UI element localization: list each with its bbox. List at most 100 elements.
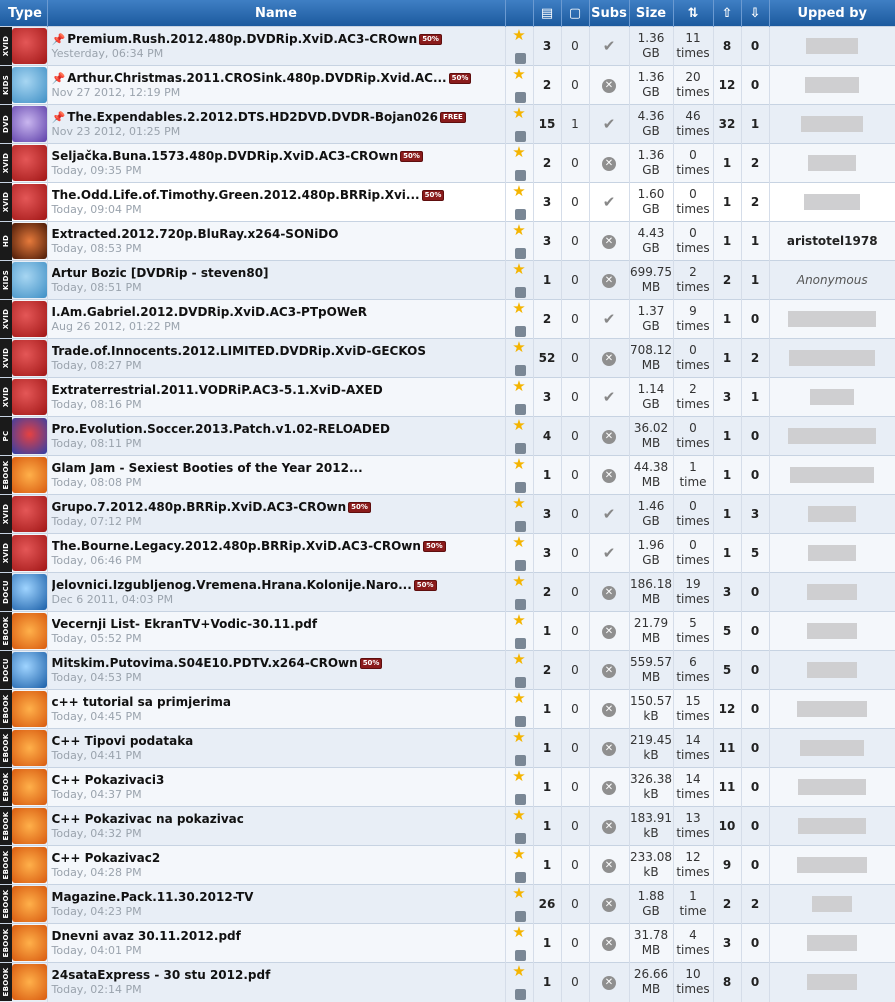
xvid-icon[interactable] xyxy=(12,28,47,64)
type-cell[interactable]: XVID xyxy=(0,26,47,66)
bookmark-star-icon[interactable]: ★ xyxy=(512,924,525,940)
uploader-cell[interactable] xyxy=(768,962,895,1002)
ebook-icon[interactable] xyxy=(12,886,47,922)
download-icon[interactable] xyxy=(514,520,526,532)
files-count[interactable]: 3 xyxy=(532,221,561,261)
uploader-cell[interactable] xyxy=(768,845,895,885)
torrent-name-link[interactable]: C++ Pokazivac na pokazivac xyxy=(52,812,505,827)
seeders-count[interactable]: 9 xyxy=(712,845,741,885)
seeders-count[interactable]: 1 xyxy=(712,494,741,534)
type-cell[interactable]: EBOOK xyxy=(0,962,47,1002)
uploader-cell[interactable] xyxy=(768,65,895,105)
bookmark-star-icon[interactable]: ★ xyxy=(512,573,525,589)
torrent-name-link[interactable]: Pro.Evolution.Soccer.2013.Patch.v1.02-RE… xyxy=(52,422,505,437)
type-cell[interactable]: EBOOK xyxy=(0,455,47,495)
table-row[interactable]: DOCU Jelovnici.Izgubljenog.Vremena.Hrana.… xyxy=(0,572,895,612)
download-icon[interactable] xyxy=(514,364,526,376)
type-cell[interactable]: DOCU xyxy=(0,650,47,690)
download-icon[interactable] xyxy=(514,988,526,1000)
ebook-icon[interactable] xyxy=(12,730,47,766)
uploader-cell[interactable] xyxy=(768,533,895,573)
leechers-count[interactable]: 0 xyxy=(740,962,769,1002)
uploader-cell[interactable] xyxy=(768,689,895,729)
leechers-count[interactable]: 2 xyxy=(740,182,769,222)
type-cell[interactable]: HD xyxy=(0,221,47,261)
type-cell[interactable]: EBOOK xyxy=(0,884,47,924)
torrent-name-link[interactable]: Grupo.7.2012.480p.BRRip.XviD.AC3-CROwn 50… xyxy=(52,500,505,515)
leechers-count[interactable]: 1 xyxy=(740,260,769,300)
torrent-name-link[interactable]: C++ Pokazivaci3 xyxy=(52,773,505,788)
seeders-count[interactable]: 32 xyxy=(712,104,741,144)
leechers-count[interactable]: 0 xyxy=(740,845,769,885)
download-icon[interactable] xyxy=(514,832,526,844)
leechers-count[interactable]: 0 xyxy=(740,728,769,768)
download-icon[interactable] xyxy=(514,676,526,688)
uploader-cell[interactable] xyxy=(768,416,895,456)
seeders-count[interactable]: 10 xyxy=(712,806,741,846)
table-row[interactable]: EBOOK C++ Tipovi podataka Today, 04:41 PM ★… xyxy=(0,728,895,768)
ebook-icon[interactable] xyxy=(12,457,47,493)
type-cell[interactable]: EBOOK xyxy=(0,689,47,729)
files-count[interactable]: 26 xyxy=(532,884,561,924)
uploader-cell[interactable] xyxy=(768,728,895,768)
leechers-count[interactable]: 0 xyxy=(740,611,769,651)
ebook-icon[interactable] xyxy=(12,769,47,805)
files-count[interactable]: 1 xyxy=(532,728,561,768)
type-cell[interactable]: PC xyxy=(0,416,47,456)
uploader-cell[interactable] xyxy=(768,182,895,222)
ebook-icon[interactable] xyxy=(12,925,47,961)
comments-count[interactable]: 1 xyxy=(560,104,589,144)
table-row[interactable]: XVID The.Bourne.Legacy.2012.480p.BRRip.Xv… xyxy=(0,533,895,573)
comments-count[interactable]: 0 xyxy=(560,767,589,807)
comments-count[interactable]: 0 xyxy=(560,689,589,729)
xvid-icon[interactable] xyxy=(12,535,47,571)
download-icon[interactable] xyxy=(514,793,526,805)
seeders-count[interactable]: 1 xyxy=(712,143,741,183)
leechers-count[interactable]: 0 xyxy=(740,767,769,807)
uploader-cell[interactable] xyxy=(768,884,895,924)
leechers-count[interactable]: 0 xyxy=(740,689,769,729)
table-row[interactable]: EBOOK 24sataExpress - 30 stu 2012.pdf Toda… xyxy=(0,962,895,1002)
files-count[interactable]: 1 xyxy=(532,611,561,651)
type-column-header[interactable]: Type xyxy=(0,0,47,27)
torrent-name-link[interactable]: c++ tutorial sa primjerima xyxy=(52,695,505,710)
type-cell[interactable]: XVID xyxy=(0,494,47,534)
seeders-count[interactable]: 5 xyxy=(712,611,741,651)
type-cell[interactable]: XVID xyxy=(0,182,47,222)
download-icon[interactable] xyxy=(514,559,526,571)
uploader-cell[interactable] xyxy=(768,338,895,378)
files-count[interactable]: 3 xyxy=(532,182,561,222)
leechers-count[interactable]: 0 xyxy=(740,572,769,612)
files-count[interactable]: 3 xyxy=(532,377,561,417)
comments-count[interactable]: 0 xyxy=(560,884,589,924)
table-row[interactable]: XVID The.Odd.Life.of.Timothy.Green.2012.4… xyxy=(0,182,895,222)
type-cell[interactable]: XVID xyxy=(0,338,47,378)
uploader-cell[interactable] xyxy=(768,494,895,534)
files-column-header[interactable]: ▤ xyxy=(532,0,561,27)
type-cell[interactable]: DOCU xyxy=(0,572,47,612)
leechers-count[interactable]: 5 xyxy=(740,533,769,573)
files-count[interactable]: 3 xyxy=(532,494,561,534)
comments-count[interactable]: 0 xyxy=(560,416,589,456)
comments-count[interactable]: 0 xyxy=(560,845,589,885)
files-count[interactable]: 1 xyxy=(532,923,561,963)
table-row[interactable]: XVID Trade.of.Innocents.2012.LIMITED.DVDR… xyxy=(0,338,895,378)
xvid-icon[interactable] xyxy=(12,379,47,415)
seeders-count[interactable]: 12 xyxy=(712,689,741,729)
table-row[interactable]: EBOOK C++ Pokazivac na pokazivac Today, 04… xyxy=(0,806,895,846)
leechers-count[interactable]: 0 xyxy=(740,65,769,105)
download-icon[interactable] xyxy=(514,325,526,337)
type-cell[interactable]: XVID xyxy=(0,377,47,417)
bookmark-star-icon[interactable]: ★ xyxy=(512,300,525,316)
ebook-icon[interactable] xyxy=(12,847,47,883)
uploader-cell[interactable] xyxy=(768,611,895,651)
table-row[interactable]: EBOOK Vecernji List- EkranTV+Vodic-30.11.… xyxy=(0,611,895,651)
kids-icon[interactable] xyxy=(12,262,47,298)
leechers-count[interactable]: 0 xyxy=(740,806,769,846)
type-cell[interactable]: EBOOK xyxy=(0,923,47,963)
bookmark-star-icon[interactable]: ★ xyxy=(512,495,525,511)
download-icon[interactable] xyxy=(514,442,526,454)
xvid-icon[interactable] xyxy=(12,145,47,181)
comments-count[interactable]: 0 xyxy=(560,221,589,261)
seeders-count[interactable]: 1 xyxy=(712,221,741,261)
